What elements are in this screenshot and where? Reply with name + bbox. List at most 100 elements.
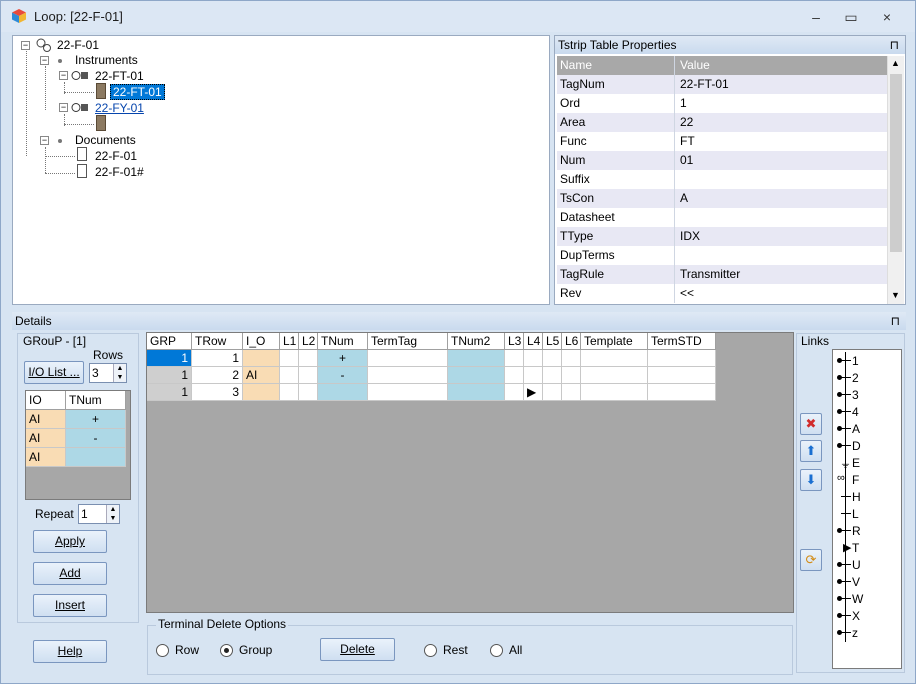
link-item[interactable]: 2 (833, 369, 901, 386)
grid-cell[interactable]: - (318, 367, 368, 384)
props-row[interactable]: TsCon A (557, 189, 887, 208)
spin-arrows-icon[interactable]: ▲ ▼ (106, 505, 119, 523)
props-row[interactable]: Suffix (557, 170, 887, 189)
props-row[interactable]: Ord 1 (557, 94, 887, 113)
grid-cell[interactable]: 2 (192, 367, 243, 384)
grid-cell[interactable] (318, 384, 368, 401)
props-row-value[interactable] (678, 246, 887, 265)
grid-cell[interactable]: ▶ (524, 384, 543, 401)
props-row[interactable]: Func FT (557, 132, 887, 151)
row-radio-label[interactable]: Row (175, 643, 199, 657)
collapse-ft-icon[interactable]: − (59, 71, 68, 80)
collapse-documents-icon[interactable]: − (40, 136, 49, 145)
props-row-value[interactable] (678, 170, 887, 189)
grid-cell[interactable] (581, 384, 648, 401)
grid-cell[interactable] (562, 350, 581, 367)
grid-cell[interactable]: 1 (147, 350, 192, 367)
grid-cell[interactable] (368, 367, 448, 384)
collapse-fy-icon[interactable]: − (59, 103, 68, 112)
grid-cell[interactable] (543, 367, 562, 384)
insert-button[interactable]: Insert (33, 594, 107, 617)
grid-cell[interactable] (505, 384, 524, 401)
grid-cell[interactable] (299, 367, 318, 384)
grid-header-trow[interactable]: TRow (192, 333, 243, 350)
io-grid-cell[interactable]: AI (26, 429, 66, 448)
props-row[interactable]: DupTerms (557, 246, 887, 265)
tree-root-label[interactable]: 22-F-01 (57, 38, 99, 52)
io-grid-cell[interactable] (66, 448, 126, 467)
props-row-value[interactable]: << (678, 284, 887, 303)
link-item[interactable]: V (833, 573, 901, 590)
terminal-grid[interactable]: GRP TRow I_O L1 L2 TNum TermTag TNum2 L3 L4 L5 L6 Te… (146, 332, 794, 613)
tree-doc2-label[interactable]: 22-F-01# (95, 165, 144, 179)
link-item[interactable]: ⏚ E (833, 454, 901, 471)
props-row[interactable]: Num 01 (557, 151, 887, 170)
link-item[interactable]: z (833, 624, 901, 641)
scroll-down-icon[interactable]: ▼ (891, 290, 900, 300)
grid-cell[interactable] (581, 367, 648, 384)
link-item[interactable]: H (833, 488, 901, 505)
grid-header-termtag[interactable]: TermTag (368, 333, 448, 350)
link-item[interactable]: X (833, 607, 901, 624)
grid-cell[interactable] (524, 350, 543, 367)
grid-cell[interactable] (448, 384, 505, 401)
link-item[interactable]: 4 (833, 403, 901, 420)
grid-cell[interactable] (505, 367, 524, 384)
close-button[interactable]: × (872, 7, 902, 27)
repeat-stepper[interactable]: 1 ▲ ▼ (78, 504, 120, 524)
grid-header-l5[interactable]: L5 (543, 333, 562, 350)
maximize-button[interactable]: ▭ (836, 7, 866, 27)
collapse-root-icon[interactable]: − (21, 41, 30, 50)
grid-cell[interactable] (448, 367, 505, 384)
tree-fy-label[interactable]: 22-FY-01 (95, 101, 144, 115)
grid-cell[interactable] (243, 350, 280, 367)
link-item[interactable]: 1 (833, 352, 901, 369)
props-row-value[interactable]: 01 (678, 151, 887, 170)
props-row[interactable]: Area 22 (557, 113, 887, 132)
grid-cell[interactable] (562, 367, 581, 384)
props-row-value[interactable]: 22-FT-01 (678, 75, 887, 94)
grid-cell[interactable] (524, 367, 543, 384)
links-list[interactable]: 1 2 3 4 A D ⏚ E ∞ F H L R ▶ T U V W Xz (832, 349, 902, 669)
grid-cell[interactable] (648, 350, 716, 367)
link-item[interactable]: D (833, 437, 901, 454)
spin-arrows-icon[interactable]: ▲ ▼ (113, 364, 126, 382)
grid-cell[interactable]: AI (243, 367, 280, 384)
rest-radio-label[interactable]: Rest (443, 643, 468, 657)
link-item[interactable]: A (833, 420, 901, 437)
props-row[interactable]: TagNum 22-FT-01 (557, 75, 887, 94)
pin-icon[interactable]: ⊓ (890, 36, 899, 54)
rest-radio[interactable] (424, 644, 437, 657)
rows-stepper[interactable]: 3 ▲ ▼ (89, 363, 127, 383)
grid-cell[interactable] (543, 350, 562, 367)
props-row[interactable]: TType IDX (557, 227, 887, 246)
tree-instruments-label[interactable]: Instruments (75, 53, 138, 67)
link-item[interactable]: U (833, 556, 901, 573)
grid-header-template[interactable]: Template (581, 333, 648, 350)
grid-cell[interactable] (280, 350, 299, 367)
group-radio[interactable] (220, 644, 233, 657)
grid-cell[interactable] (543, 384, 562, 401)
collapse-instruments-icon[interactable]: − (40, 56, 49, 65)
minimize-button[interactable]: – (801, 7, 831, 27)
props-row-value[interactable]: 22 (678, 113, 887, 132)
grid-cell[interactable] (648, 367, 716, 384)
grid-header-i_o[interactable]: I_O (243, 333, 280, 350)
grid-cell[interactable]: 1 (147, 367, 192, 384)
tree-ft-label[interactable]: 22-FT-01 (95, 69, 144, 83)
add-button[interactable]: Add (33, 562, 107, 585)
grid-cell[interactable]: 1 (147, 384, 192, 401)
grid-cell[interactable] (581, 350, 648, 367)
all-radio[interactable] (490, 644, 503, 657)
grid-header-termstd[interactable]: TermSTD (648, 333, 716, 350)
io-grid-cell[interactable]: AI (26, 410, 66, 429)
grid-cell[interactable] (280, 384, 299, 401)
tree-doc1-label[interactable]: 22-F-01 (95, 149, 137, 163)
io-list-button[interactable]: I/O List ... (24, 361, 84, 384)
apply-button[interactable]: Apply (33, 530, 107, 553)
grid-cell[interactable] (562, 384, 581, 401)
all-radio-label[interactable]: All (509, 643, 522, 657)
row-radio[interactable] (156, 644, 169, 657)
scroll-thumb[interactable] (890, 74, 902, 252)
grid-cell[interactable]: 1 (192, 350, 243, 367)
